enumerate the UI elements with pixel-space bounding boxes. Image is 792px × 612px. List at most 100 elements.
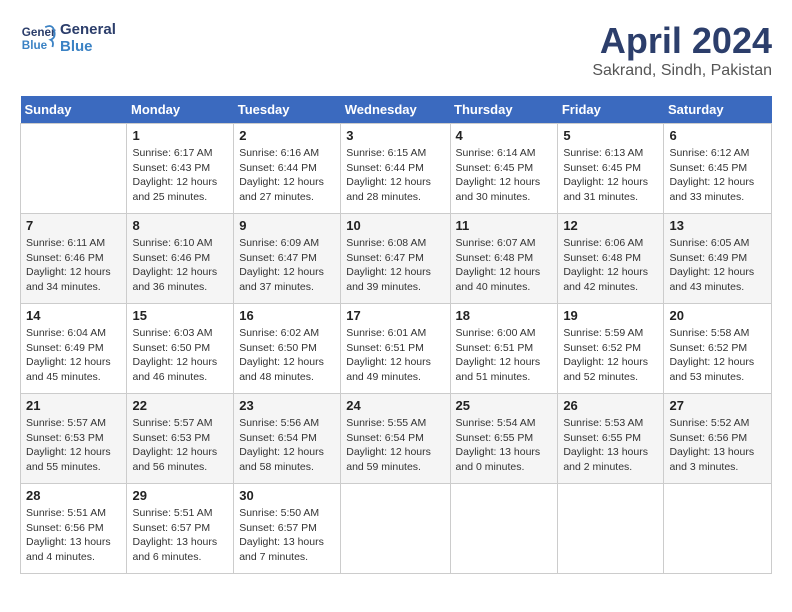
day-number: 23 bbox=[239, 398, 335, 413]
calendar-cell: 9 Sunrise: 6:09 AMSunset: 6:47 PMDaylight… bbox=[234, 214, 341, 304]
calendar-cell: 14 Sunrise: 6:04 AMSunset: 6:49 PMDayligh… bbox=[21, 304, 127, 394]
day-number: 26 bbox=[563, 398, 658, 413]
day-detail: Sunrise: 6:15 AMSunset: 6:44 PMDaylight:… bbox=[346, 146, 444, 205]
calendar-cell: 21 Sunrise: 5:57 AMSunset: 6:53 PMDayligh… bbox=[21, 394, 127, 484]
calendar-week-4: 21 Sunrise: 5:57 AMSunset: 6:53 PMDayligh… bbox=[21, 394, 772, 484]
calendar-cell: 25Sunrise: 5:54 AMSunset: 6:55 PMDayligh… bbox=[450, 394, 558, 484]
svg-text:Blue: Blue bbox=[22, 39, 48, 52]
calendar-cell bbox=[450, 484, 558, 574]
calendar-cell bbox=[664, 484, 772, 574]
title-block: April 2024 Sakrand, Sindh, Pakistan bbox=[592, 20, 772, 80]
day-number: 19 bbox=[563, 308, 658, 323]
calendar-cell: 15 Sunrise: 6:03 AMSunset: 6:50 PMDayligh… bbox=[127, 304, 234, 394]
column-header-sunday: Sunday bbox=[21, 96, 127, 124]
day-number: 13 bbox=[669, 218, 766, 233]
calendar-cell: 28Sunrise: 5:51 AMSunset: 6:56 PMDayligh… bbox=[21, 484, 127, 574]
calendar-table: SundayMondayTuesdayWednesdayThursdayFrid… bbox=[20, 96, 772, 574]
day-detail: Sunrise: 5:52 AMSunset: 6:56 PMDaylight:… bbox=[669, 416, 766, 475]
day-number: 21 bbox=[26, 398, 121, 413]
calendar-cell: 17 Sunrise: 6:01 AMSunset: 6:51 PMDayligh… bbox=[341, 304, 450, 394]
column-header-wednesday: Wednesday bbox=[341, 96, 450, 124]
day-number: 29 bbox=[132, 488, 228, 503]
day-detail: Sunrise: 6:13 AMSunset: 6:45 PMDaylight:… bbox=[563, 146, 658, 205]
calendar-header-row: SundayMondayTuesdayWednesdayThursdayFrid… bbox=[21, 96, 772, 124]
day-number: 17 bbox=[346, 308, 444, 323]
day-number: 15 bbox=[132, 308, 228, 323]
day-number: 27 bbox=[669, 398, 766, 413]
day-detail: Sunrise: 6:14 AMSunset: 6:45 PMDaylight:… bbox=[456, 146, 553, 205]
day-number: 16 bbox=[239, 308, 335, 323]
calendar-cell: 18 Sunrise: 6:00 AMSunset: 6:51 PMDayligh… bbox=[450, 304, 558, 394]
calendar-cell: 16 Sunrise: 6:02 AMSunset: 6:50 PMDayligh… bbox=[234, 304, 341, 394]
calendar-cell: 20 Sunrise: 5:58 AMSunset: 6:52 PMDayligh… bbox=[664, 304, 772, 394]
day-number: 28 bbox=[26, 488, 121, 503]
day-number: 12 bbox=[563, 218, 658, 233]
day-number: 7 bbox=[26, 218, 121, 233]
day-detail: Sunrise: 5:58 AMSunset: 6:52 PMDaylight:… bbox=[669, 326, 766, 385]
calendar-cell: 5 Sunrise: 6:13 AMSunset: 6:45 PMDaylight… bbox=[558, 124, 664, 214]
day-number: 30 bbox=[239, 488, 335, 503]
day-detail: Sunrise: 5:56 AMSunset: 6:54 PMDaylight:… bbox=[239, 416, 335, 475]
logo-blue: Blue bbox=[60, 38, 116, 55]
day-detail: Sunrise: 6:06 AMSunset: 6:48 PMDaylight:… bbox=[563, 236, 658, 295]
day-detail: Sunrise: 6:17 AMSunset: 6:43 PMDaylight:… bbox=[132, 146, 228, 205]
calendar-cell: 2Sunrise: 6:16 AMSunset: 6:44 PMDaylight… bbox=[234, 124, 341, 214]
day-detail: Sunrise: 6:16 AMSunset: 6:44 PMDaylight:… bbox=[239, 146, 335, 205]
day-detail: Sunrise: 5:57 AMSunset: 6:53 PMDaylight:… bbox=[26, 416, 121, 475]
day-detail: Sunrise: 6:10 AMSunset: 6:46 PMDaylight:… bbox=[132, 236, 228, 295]
column-header-monday: Monday bbox=[127, 96, 234, 124]
day-number: 8 bbox=[132, 218, 228, 233]
day-detail: Sunrise: 6:01 AMSunset: 6:51 PMDaylight:… bbox=[346, 326, 444, 385]
day-detail: Sunrise: 6:11 AMSunset: 6:46 PMDaylight:… bbox=[26, 236, 121, 295]
day-number: 1 bbox=[132, 128, 228, 143]
day-detail: Sunrise: 5:53 AMSunset: 6:55 PMDaylight:… bbox=[563, 416, 658, 475]
calendar-cell: 30 Sunrise: 5:50 AMSunset: 6:57 PMDayligh… bbox=[234, 484, 341, 574]
page-title: April 2024 bbox=[592, 20, 772, 62]
calendar-cell: 6 Sunrise: 6:12 AMSunset: 6:45 PMDaylight… bbox=[664, 124, 772, 214]
calendar-cell bbox=[21, 124, 127, 214]
calendar-cell: 19 Sunrise: 5:59 AMSunset: 6:52 PMDayligh… bbox=[558, 304, 664, 394]
calendar-cell: 10 Sunrise: 6:08 AMSunset: 6:47 PMDayligh… bbox=[341, 214, 450, 304]
day-number: 11 bbox=[456, 218, 553, 233]
calendar-cell: 22 Sunrise: 5:57 AMSunset: 6:53 PMDayligh… bbox=[127, 394, 234, 484]
day-detail: Sunrise: 6:08 AMSunset: 6:47 PMDaylight:… bbox=[346, 236, 444, 295]
calendar-cell: 27 Sunrise: 5:52 AMSunset: 6:56 PMDayligh… bbox=[664, 394, 772, 484]
calendar-cell: 26 Sunrise: 5:53 AMSunset: 6:55 PMDayligh… bbox=[558, 394, 664, 484]
day-number: 22 bbox=[132, 398, 228, 413]
calendar-cell: 7 Sunrise: 6:11 AMSunset: 6:46 PMDaylight… bbox=[21, 214, 127, 304]
calendar-cell: 13Sunrise: 6:05 AMSunset: 6:49 PMDayligh… bbox=[664, 214, 772, 304]
day-number: 10 bbox=[346, 218, 444, 233]
day-detail: Sunrise: 6:00 AMSunset: 6:51 PMDaylight:… bbox=[456, 326, 553, 385]
column-header-saturday: Saturday bbox=[664, 96, 772, 124]
calendar-week-3: 14 Sunrise: 6:04 AMSunset: 6:49 PMDayligh… bbox=[21, 304, 772, 394]
day-number: 3 bbox=[346, 128, 444, 143]
day-number: 9 bbox=[239, 218, 335, 233]
logo-general: General bbox=[60, 21, 116, 38]
day-detail: Sunrise: 5:59 AMSunset: 6:52 PMDaylight:… bbox=[563, 326, 658, 385]
calendar-cell: 12 Sunrise: 6:06 AMSunset: 6:48 PMDayligh… bbox=[558, 214, 664, 304]
column-header-friday: Friday bbox=[558, 96, 664, 124]
calendar-cell bbox=[341, 484, 450, 574]
column-header-tuesday: Tuesday bbox=[234, 96, 341, 124]
calendar-cell: 29 Sunrise: 5:51 AMSunset: 6:57 PMDayligh… bbox=[127, 484, 234, 574]
page-subtitle: Sakrand, Sindh, Pakistan bbox=[592, 62, 772, 80]
day-detail: Sunrise: 5:50 AMSunset: 6:57 PMDaylight:… bbox=[239, 506, 335, 565]
day-detail: Sunrise: 6:03 AMSunset: 6:50 PMDaylight:… bbox=[132, 326, 228, 385]
logo-icon: General Blue bbox=[20, 20, 56, 56]
day-number: 20 bbox=[669, 308, 766, 323]
day-number: 6 bbox=[669, 128, 766, 143]
day-detail: Sunrise: 6:04 AMSunset: 6:49 PMDaylight:… bbox=[26, 326, 121, 385]
day-number: 14 bbox=[26, 308, 121, 323]
day-detail: Sunrise: 6:12 AMSunset: 6:45 PMDaylight:… bbox=[669, 146, 766, 205]
day-detail: Sunrise: 5:51 AMSunset: 6:57 PMDaylight:… bbox=[132, 506, 228, 565]
calendar-week-1: 1 Sunrise: 6:17 AMSunset: 6:43 PMDaylight… bbox=[21, 124, 772, 214]
day-number: 18 bbox=[456, 308, 553, 323]
day-number: 4 bbox=[456, 128, 553, 143]
day-detail: Sunrise: 6:09 AMSunset: 6:47 PMDaylight:… bbox=[239, 236, 335, 295]
day-number: 5 bbox=[563, 128, 658, 143]
day-detail: Sunrise: 6:02 AMSunset: 6:50 PMDaylight:… bbox=[239, 326, 335, 385]
day-detail: Sunrise: 5:55 AMSunset: 6:54 PMDaylight:… bbox=[346, 416, 444, 475]
column-header-thursday: Thursday bbox=[450, 96, 558, 124]
calendar-week-5: 28Sunrise: 5:51 AMSunset: 6:56 PMDayligh… bbox=[21, 484, 772, 574]
day-detail: Sunrise: 5:57 AMSunset: 6:53 PMDaylight:… bbox=[132, 416, 228, 475]
